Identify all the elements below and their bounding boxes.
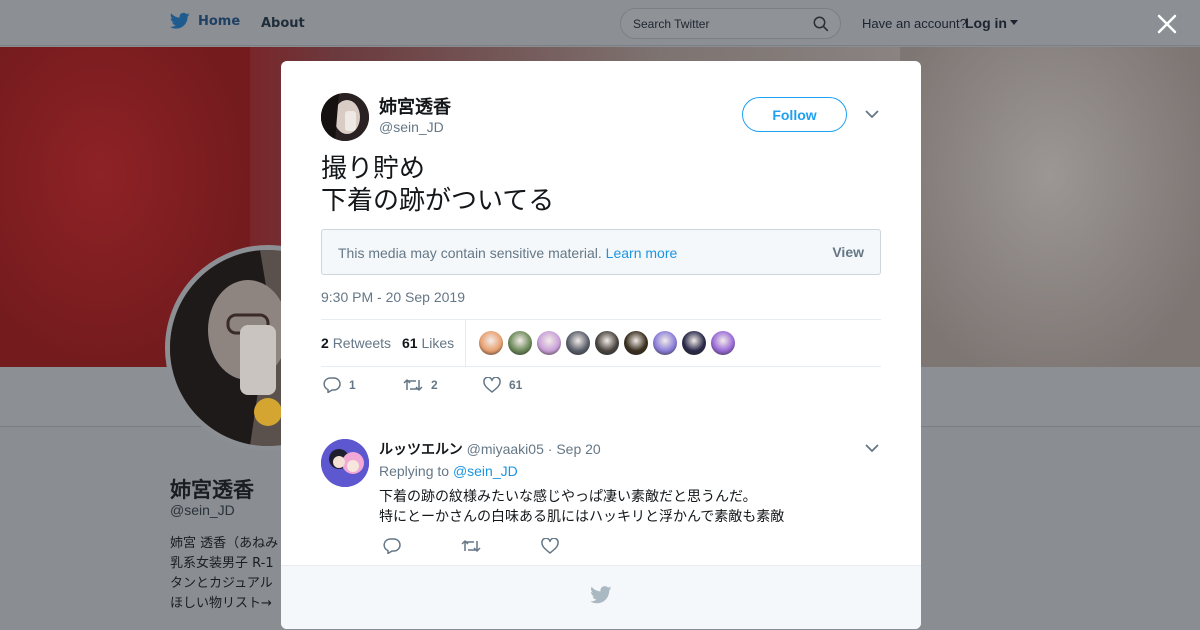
bio-line: ほしい物リスト→ [170,596,272,611]
retweets-stat[interactable]: 2 Retweets [321,335,391,351]
sensitive-message: This media may contain sensitive materia… [338,245,602,261]
bio-line: 姉宮 透香（あねみ [170,536,279,551]
tweet-timestamp[interactable]: 9:30 PM - 20 Sep 2019 [321,289,465,305]
likes-label: Likes [421,335,455,351]
nav-home-label: Home [198,13,241,29]
close-icon[interactable] [1155,12,1179,36]
author-photo [321,93,369,141]
login-label: Log in [965,15,1007,31]
reply-header: ルッツエルン @miyaaki05 · Sep 20 [379,439,601,459]
top-navigation: Home About Have an account? Log in [0,0,1200,46]
likes-stat[interactable]: 61 Likes [402,335,454,351]
bio-line: 乳系女装男子 R-1 [170,556,274,571]
learn-more-link[interactable]: Learn more [606,245,678,261]
like-count: 61 [509,378,523,392]
reply-author-handle[interactable]: @miyaaki05 [467,441,544,457]
profile-name: 姉宮透香 [170,478,254,502]
search-icon[interactable] [813,16,829,32]
reply-author-avatar[interactable] [321,439,369,487]
twitter-bird-icon [170,12,190,29]
follow-button[interactable]: Follow [742,97,847,132]
login-link[interactable]: Log in [965,15,1018,31]
liker-avatar[interactable] [624,331,648,355]
replying-to: Replying to @sein_JD [379,463,518,479]
liker-avatar[interactable] [479,331,503,355]
profile-bio: 姉宮 透香（あねみ 乳系女装男子 R-1 タンとカジュアル ほしい物リスト→ [170,534,281,614]
liker-avatar[interactable] [566,331,590,355]
replying-to-prefix: Replying to [379,463,450,479]
search-input[interactable] [633,15,803,33]
reply-date[interactable]: Sep 20 [556,441,600,457]
profile-handle: @sein_JD [170,502,235,518]
bio-line: タンとカジュアル [170,576,273,591]
reply-action[interactable]: 1 [323,377,356,393]
likers-avatar-list [479,331,735,355]
author-avatar[interactable] [321,93,369,141]
tweet-modal: 姉宮透香 @sein_JD Follow 撮り貯め 下着の跡がついてる This… [281,61,921,629]
caret-down-icon [1010,20,1018,25]
liker-avatar[interactable] [537,331,561,355]
liker-avatar[interactable] [711,331,735,355]
chevron-down-icon[interactable] [865,109,879,119]
search-box[interactable] [620,8,841,39]
heart-icon[interactable] [541,538,559,554]
sensitive-media-notice: This media may contain sensitive materia… [321,229,881,275]
retweet-icon [403,379,423,391]
nav-home-link[interactable]: Home [170,12,240,30]
tweet-actions: 1 2 61 [321,377,881,399]
like-action[interactable]: 61 [483,377,522,393]
author-name[interactable]: 姉宮透香 [379,93,451,119]
retweet-icon[interactable] [461,538,481,554]
nav-about-link[interactable]: About [261,16,305,31]
retweets-label: Retweets [332,335,392,351]
reply-actions [383,538,583,558]
reply-icon[interactable] [383,538,401,554]
tweet-text: 撮り貯め 下着の跡がついてる [321,154,555,216]
replying-to-handle[interactable]: @sein_JD [453,463,518,479]
stats-divider [465,320,466,366]
chevron-down-icon[interactable] [865,443,879,453]
sensitive-notice-text: This media may contain sensitive materia… [338,245,677,261]
liker-avatar[interactable] [682,331,706,355]
retweet-count: 2 [431,378,438,392]
heart-icon [483,377,501,393]
reply-tweet[interactable]: ルッツエルン @miyaaki05 · Sep 20 Replying to @… [321,437,881,562]
banner-shape [900,47,1200,367]
twitter-bird-icon [590,586,612,604]
reply-icon [323,377,341,393]
retweet-action[interactable]: 2 [403,377,438,393]
reply-text: 下着の跡の紋様みたいな感じやっぱ凄い素敵だと思うんだ。 特にとーかさんの白味ある… [379,489,785,525]
likes-count: 61 [402,335,418,351]
reply-author-name[interactable]: ルッツエルン [379,442,463,458]
header-separator: · [547,441,553,457]
reply-count: 1 [349,378,356,392]
account-prompt: Have an account? [862,16,967,31]
liker-avatar[interactable] [653,331,677,355]
author-handle[interactable]: @sein_JD [379,119,444,135]
view-media-button[interactable]: View [832,244,864,260]
tweet-stats: 2 Retweets 61 Likes [321,319,881,367]
reply-author-photo [321,439,369,487]
modal-footer [281,565,921,629]
liker-avatar[interactable] [508,331,532,355]
liker-avatar[interactable] [595,331,619,355]
retweets-count: 2 [321,335,329,351]
